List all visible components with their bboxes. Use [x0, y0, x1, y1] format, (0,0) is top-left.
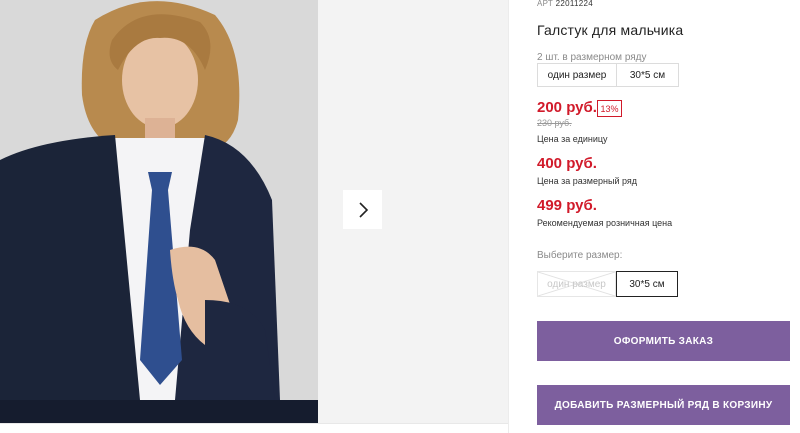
pack-quantity-label: 2 шт. в размерном ряду: [537, 52, 647, 63]
divider: [0, 423, 508, 424]
checkout-button[interactable]: ОФОРМИТЬ ЗАКАЗ: [537, 321, 790, 361]
product-gallery: [0, 0, 508, 423]
discount-badge: 13%: [597, 100, 622, 117]
unit-price-caption: Цена за единицу: [537, 134, 608, 144]
product-photo[interactable]: [0, 0, 318, 423]
article-label: АРТ: [537, 0, 554, 8]
series-price: 400 руб.: [537, 155, 597, 172]
size-option-unavailable: один размер: [537, 271, 616, 297]
pack-size-chip: 30*5 см: [616, 63, 679, 87]
add-series-to-cart-button[interactable]: ДОБАВИТЬ РАЗМЕРНЫЙ РЯД В КОРЗИНУ: [537, 385, 790, 425]
next-photo-button[interactable]: [343, 190, 382, 229]
product-info: АРТ 22011224 Галстук для мальчика 2 шт. …: [537, 0, 800, 433]
size-option-label: 30*5 см: [629, 278, 665, 290]
boy-in-suit-image: [0, 0, 318, 423]
divider: [508, 0, 509, 433]
old-price: 230 руб.: [537, 118, 572, 128]
size-option-label: один размер: [547, 278, 606, 290]
retail-price-caption: Рекомендуемая розничная цена: [537, 218, 673, 228]
retail-price: 499 руб.: [537, 197, 597, 214]
chevron-right-icon: [358, 201, 368, 218]
product-title: Галстук для мальчика: [537, 22, 684, 38]
series-price-caption: Цена за размерный ряд: [537, 176, 638, 186]
pack-size-chip: один размер: [537, 63, 617, 87]
size-option-selected[interactable]: 30*5 см: [616, 271, 678, 297]
article-code: 22011224: [555, 0, 594, 8]
size-select-label: Выберите размер:: [537, 250, 623, 261]
unit-price: 200 руб.: [537, 99, 597, 116]
article-number: АРТ 22011224: [537, 0, 593, 8]
